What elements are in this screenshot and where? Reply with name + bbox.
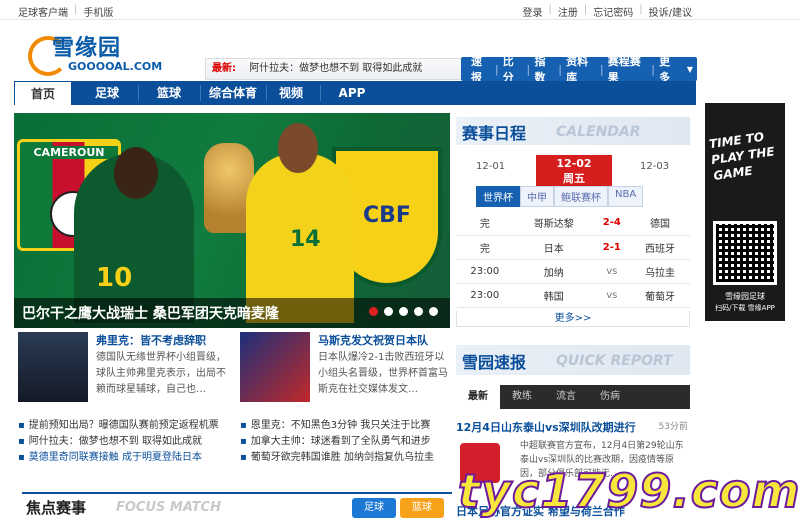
tab-nba[interactable]: NBA — [608, 186, 644, 207]
register-link[interactable]: 注册 — [558, 4, 578, 19]
quick-report-header: 雪园速报 QUICK REPORT — [456, 345, 690, 375]
list-item[interactable]: ▪ 葡萄牙欲完韩国谁胜 加纳剑指复仇乌拉圭 — [240, 450, 452, 466]
player-number: 14 — [290, 227, 321, 252]
hero-caption-bar: 巴尔干之鹰大战瑞士 桑巴军团天克暗麦隆 — [14, 298, 450, 328]
slider-dot[interactable] — [414, 307, 423, 316]
nav-tab-basketball[interactable]: 篮球 — [140, 81, 198, 105]
login-link[interactable]: 登录 — [523, 4, 543, 19]
app-ad-banner[interactable]: TIME TO PLAY THE GAME 雪缘园足球 扫码/下载 雪缘APP — [705, 103, 785, 321]
competition-tabs: 世界杯 中甲 鲍联赛杯 NBA — [476, 186, 644, 207]
hero-slider[interactable]: CAMEROUN CBF 10 14 巴尔干之鹰大战瑞士 桑巴军团天克暗麦隆 — [14, 113, 450, 328]
next-day[interactable]: 12-03 — [640, 161, 669, 172]
hero-caption[interactable]: 巴尔干之鹰大战瑞士 桑巴军团天克暗麦隆 — [22, 303, 279, 323]
prev-day[interactable]: 12-01 — [476, 161, 505, 172]
divider: | — [639, 4, 643, 15]
tab-world-cup[interactable]: 世界杯 — [476, 186, 520, 207]
list-item[interactable]: ▪ 阿什拉夫：做梦也想不到 取得如此成就 — [18, 434, 230, 450]
calendar-title-en: CALENDAR — [556, 124, 641, 140]
slider-dot[interactable] — [384, 307, 393, 316]
tab-cup[interactable]: 鲍联赛杯 — [554, 186, 608, 207]
logo-text: 雪缘园 — [52, 35, 122, 61]
flag-text: CAMEROUN — [20, 146, 118, 159]
player-number: 10 — [96, 263, 133, 293]
news-title[interactable]: 弗里克：皆不考虑辞职 — [96, 332, 206, 348]
report-headline[interactable]: 12月4日山东泰山vs深圳队改期进行 — [456, 419, 636, 435]
today-week: 周五 — [563, 172, 585, 185]
tab-latest[interactable]: 最新 — [456, 385, 500, 409]
calendar-panel: 赛事日程 CALENDAR 12-01 12-02 周五 12-03 世界杯 中… — [456, 113, 692, 330]
news-ticker[interactable]: 最新: 阿什拉夫：做梦也想不到 取得如此成就 — [205, 58, 461, 80]
news-thumbnail[interactable] — [18, 332, 88, 402]
news-thumbnail[interactable] — [240, 332, 310, 402]
news-title[interactable]: 马斯克发文祝贺日本队 — [318, 332, 428, 348]
quick-links-bar: 速报 | 比分 | 指数 | 资料库 | 赛程赛果 | 更多 ▼ — [461, 55, 697, 84]
mobile-link[interactable]: 手机版 — [83, 4, 113, 19]
news-body: 日本队爆冷2-1击败西班牙以小组头名晋级，世界杯首富马斯克在社交媒体发文… — [318, 352, 448, 395]
feedback-link[interactable]: 投诉/建议 — [649, 4, 692, 19]
quick-report-title-en: QUICK REPORT — [556, 353, 673, 369]
focus-basketball-button[interactable]: 篮球 — [400, 498, 444, 518]
table-row[interactable]: 23:00 韩国 vs 葡萄牙 — [456, 283, 690, 308]
nav-tab-sports[interactable]: 综合体育 — [202, 81, 264, 105]
table-row[interactable]: 完日本 2-1 西班牙 — [456, 235, 690, 260]
tab-injury[interactable]: 伤病 — [588, 385, 632, 409]
tab-china-league[interactable]: 中甲 — [520, 186, 554, 207]
ad-caption: 雪缘园足球 — [725, 292, 765, 301]
calendar-days: 12-01 12-02 周五 12-03 — [476, 155, 676, 187]
quick-report-tabs: 最新 教练 流言 伤病 — [456, 385, 690, 409]
tab-rumor[interactable]: 流言 — [544, 385, 588, 409]
news-list-right: ▪ 恩里克：不知黑色3分钟 我只关注于比赛 ▪ 加拿大主帅：球迷看到了全队勇气和进步… — [240, 418, 452, 466]
watermark: tyc1799.com — [457, 463, 800, 519]
forgot-password-link[interactable]: 忘记密码 — [593, 4, 633, 19]
nav-tab-home[interactable]: 首页 — [14, 81, 72, 105]
logo-domain: GOOOOAL.COM — [68, 60, 163, 73]
list-item[interactable]: ▪ 恩里克：不知黑色3分钟 我只关注于比赛 — [240, 418, 452, 434]
ticker-text[interactable]: 阿什拉夫：做梦也想不到 取得如此成就 — [249, 63, 422, 74]
nav-tab-football[interactable]: 足球 — [78, 81, 136, 105]
list-item[interactable]: ▪ 加拿大主帅：球迷看到了全队勇气和进步 — [240, 434, 452, 450]
divider: | — [583, 4, 588, 15]
quick-report-title: 雪园速报 — [462, 353, 527, 372]
divider: | — [74, 4, 78, 15]
today-box[interactable]: 12-02 周五 — [536, 155, 612, 187]
calendar-title: 赛事日程 — [462, 124, 527, 143]
news-item: 马斯克发文祝贺日本队 日本队爆冷2-1击败西班牙以小组头名晋级，世界杯首富马斯克… — [240, 332, 450, 408]
focus-match-header: 焦点赛事 FOCUS MATCH 足球 篮球 — [22, 492, 452, 521]
nav-tab-video[interactable]: 视频 — [268, 81, 314, 105]
report-time: 53分前 — [658, 422, 688, 432]
match-table: 完哥斯达黎 2-4 德国 完日本 2-1 西班牙 23:00 加纳 vs 乌拉圭 23:00 韩… — [456, 211, 690, 308]
list-item[interactable]: ▪ 莫德里奇同联赛接触 成于明夏登陆日本 — [18, 450, 230, 466]
qr-code-icon — [713, 221, 777, 285]
site-logo[interactable]: 雪缘园 GOOOOAL.COM — [24, 28, 174, 80]
focus-football-button[interactable]: 足球 — [352, 498, 396, 518]
main-nav: 首页 足球 篮球 综合体育 视频 APP — [14, 81, 696, 105]
table-row[interactable]: 23:00 加纳 vs 乌拉圭 — [456, 259, 690, 284]
divider: | — [548, 4, 552, 15]
news-item: 弗里克：皆不考虑辞职 德国队无缘世界杯小组晋级，球队主帅弗里克表示，出局不赖而球… — [18, 332, 228, 408]
client-link[interactable]: 足球客户端 — [18, 4, 68, 19]
chevron-down-icon[interactable]: ▼ — [683, 65, 697, 74]
table-row[interactable]: 完哥斯达黎 2-4 德国 — [456, 211, 690, 236]
calendar-header: 赛事日程 CALENDAR — [456, 117, 690, 145]
ticker-label: 最新: — [212, 63, 236, 74]
ad-caption-2: 扫码/下载 雪缘APP — [715, 304, 775, 312]
nav-tab-app[interactable]: APP — [322, 81, 382, 105]
calendar-more-link[interactable]: 更多>> — [456, 311, 690, 327]
focus-title: 焦点赛事 — [26, 499, 87, 517]
news-list-left: ▪ 提前预知出局？曝德国队赛前预定返程机票 ▪ 阿什拉夫：做梦也想不到 取得如此成就… — [18, 418, 230, 466]
top-bar: 足球客户端 | 手机版 登录 | 注册 | 忘记密码 | 投诉/建议 — [0, 0, 800, 20]
news-body: 德国队无缘世界杯小组晋级，球队主帅弗里克表示，出局不赖而球星辅球，自己也… — [96, 352, 226, 395]
slider-dot[interactable] — [429, 307, 438, 316]
slider-dot[interactable] — [369, 307, 378, 316]
ad-slogan: TIME TO PLAY THE GAME — [708, 129, 776, 183]
slider-dot[interactable] — [399, 307, 408, 316]
tab-coach[interactable]: 教练 — [500, 385, 544, 409]
focus-title-en: FOCUS MATCH — [116, 500, 221, 515]
today-date: 12-02 — [556, 157, 592, 170]
slider-dots — [369, 307, 438, 316]
list-item[interactable]: ▪ 提前预知出局？曝德国队赛前预定返程机票 — [18, 418, 230, 434]
